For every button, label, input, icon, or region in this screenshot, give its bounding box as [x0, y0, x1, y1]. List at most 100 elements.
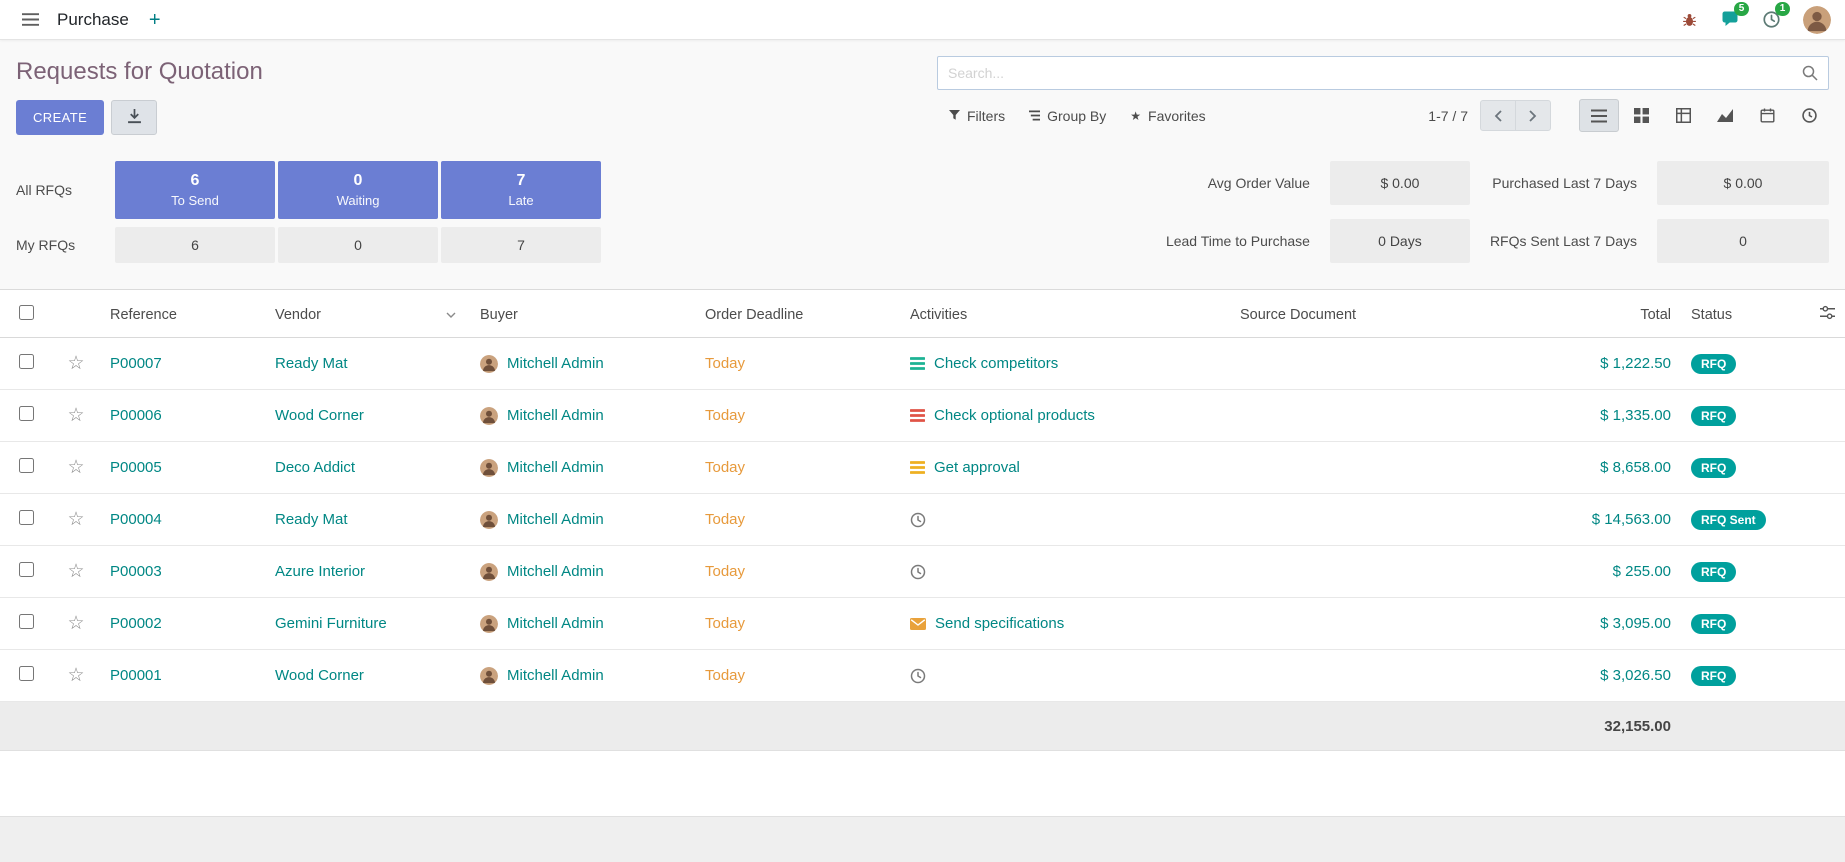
- activity-view-icon[interactable]: [1789, 99, 1829, 132]
- vendor-link[interactable]: Ready Mat: [275, 511, 348, 528]
- kpi-my-to-send[interactable]: 6: [115, 227, 275, 263]
- clock-icon[interactable]: [910, 668, 926, 684]
- tasks-yellow-icon[interactable]: [910, 461, 925, 474]
- column-options-icon[interactable]: [1820, 305, 1835, 320]
- kpi-waiting[interactable]: 0 Waiting: [278, 161, 438, 219]
- row-checkbox[interactable]: [19, 354, 34, 369]
- buyer-link[interactable]: Mitchell Admin: [507, 511, 604, 528]
- reference-link[interactable]: P00002: [110, 615, 162, 632]
- view-switcher: [1579, 99, 1829, 132]
- vendor-link[interactable]: Wood Corner: [275, 407, 364, 424]
- kpi-my-late[interactable]: 7: [441, 227, 601, 263]
- table-row[interactable]: ☆ P00002 Gemini Furniture Mitchell Admin…: [0, 598, 1845, 650]
- clock-icon[interactable]: [910, 564, 926, 580]
- favorite-star-icon[interactable]: ☆: [67, 354, 84, 373]
- reference-link[interactable]: P00005: [110, 459, 162, 476]
- calendar-view-icon[interactable]: [1747, 99, 1787, 132]
- buyer-link[interactable]: Mitchell Admin: [507, 407, 604, 424]
- buyer-link[interactable]: Mitchell Admin: [507, 615, 604, 632]
- vendor-link[interactable]: Gemini Furniture: [275, 615, 387, 632]
- messages-icon[interactable]: 5: [1710, 6, 1750, 33]
- avg-order-value[interactable]: $ 0.00: [1330, 161, 1470, 205]
- column-header-vendor[interactable]: Vendor: [265, 290, 470, 338]
- buyer-link[interactable]: Mitchell Admin: [507, 667, 604, 684]
- pager-next-button[interactable]: [1515, 100, 1551, 131]
- row-checkbox[interactable]: [19, 562, 34, 577]
- activity-label[interactable]: Check competitors: [934, 355, 1058, 372]
- kpi-late[interactable]: 7 Late: [441, 161, 601, 219]
- app-name[interactable]: Purchase: [49, 10, 137, 30]
- vendor-link[interactable]: Azure Interior: [275, 563, 365, 580]
- pivot-view-icon[interactable]: [1663, 99, 1703, 132]
- table-row[interactable]: ☆ P00005 Deco Addict Mitchell Admin Toda…: [0, 442, 1845, 494]
- buyer-link[interactable]: Mitchell Admin: [507, 459, 604, 476]
- favorite-star-icon[interactable]: ☆: [67, 666, 84, 685]
- favorite-star-icon[interactable]: ☆: [67, 562, 84, 581]
- buyer-link[interactable]: Mitchell Admin: [507, 563, 604, 580]
- favorites-button[interactable]: ★ Favorites: [1118, 100, 1217, 132]
- reference-link[interactable]: P00004: [110, 511, 162, 528]
- favorite-star-icon[interactable]: ☆: [67, 510, 84, 529]
- favorite-star-icon[interactable]: ☆: [67, 458, 84, 477]
- activity-label[interactable]: Check optional products: [934, 407, 1095, 424]
- export-button[interactable]: [111, 100, 157, 135]
- reference-link[interactable]: P00007: [110, 355, 162, 372]
- row-checkbox[interactable]: [19, 666, 34, 681]
- clock-icon[interactable]: [910, 512, 926, 528]
- apps-menu-icon[interactable]: [14, 7, 47, 32]
- bug-icon[interactable]: [1671, 7, 1708, 33]
- filters-button[interactable]: Filters: [937, 100, 1017, 132]
- plus-icon[interactable]: +: [139, 10, 171, 30]
- table-row[interactable]: ☆ P00001 Wood Corner Mitchell Admin Toda…: [0, 650, 1845, 702]
- table-row[interactable]: ☆ P00004 Ready Mat Mitchell Admin Today …: [0, 494, 1845, 546]
- reference-link[interactable]: P00003: [110, 563, 162, 580]
- search-icon[interactable]: [1802, 65, 1818, 81]
- reference-link[interactable]: P00006: [110, 407, 162, 424]
- select-all-checkbox[interactable]: [19, 305, 34, 320]
- user-avatar[interactable]: [1803, 6, 1831, 34]
- list-view-icon[interactable]: [1579, 99, 1619, 132]
- graph-view-icon[interactable]: [1705, 99, 1745, 132]
- pager-previous-button[interactable]: [1480, 100, 1516, 131]
- create-button[interactable]: CREATE: [16, 100, 104, 135]
- row-checkbox[interactable]: [19, 406, 34, 421]
- mail-icon[interactable]: [910, 618, 926, 630]
- kpi-my-waiting[interactable]: 0: [278, 227, 438, 263]
- table-row[interactable]: ☆ P00006 Wood Corner Mitchell Admin Toda…: [0, 390, 1845, 442]
- row-checkbox[interactable]: [19, 510, 34, 525]
- lead-time-value[interactable]: 0 Days: [1330, 219, 1470, 263]
- purchased-last-7-days[interactable]: $ 0.00: [1657, 161, 1829, 205]
- status-badge: RFQ: [1691, 406, 1736, 426]
- kanban-view-icon[interactable]: [1621, 99, 1661, 132]
- column-header-activities[interactable]: Activities: [900, 290, 1230, 338]
- sort-caret-icon: [446, 312, 460, 318]
- vendor-link[interactable]: Ready Mat: [275, 355, 348, 372]
- column-header-total[interactable]: Total: [1531, 290, 1681, 338]
- reference-link[interactable]: P00001: [110, 667, 162, 684]
- buyer-link[interactable]: Mitchell Admin: [507, 355, 604, 372]
- row-checkbox[interactable]: [19, 458, 34, 473]
- kpi-my-late-count: 7: [517, 237, 525, 253]
- row-checkbox[interactable]: [19, 614, 34, 629]
- column-header-source-document[interactable]: Source Document: [1230, 290, 1531, 338]
- rfqs-sent-last-7-days[interactable]: 0: [1657, 219, 1829, 263]
- column-header-order-deadline[interactable]: Order Deadline: [695, 290, 900, 338]
- group-by-button[interactable]: Group By: [1017, 100, 1118, 132]
- favorite-star-icon[interactable]: ☆: [67, 614, 84, 633]
- tasks-teal-icon[interactable]: [910, 357, 925, 370]
- tasks-red-icon[interactable]: [910, 409, 925, 422]
- activity-label[interactable]: Get approval: [934, 459, 1020, 476]
- table-row[interactable]: ☆ P00007 Ready Mat Mitchell Admin Today …: [0, 338, 1845, 390]
- table-row[interactable]: ☆ P00003 Azure Interior Mitchell Admin T…: [0, 546, 1845, 598]
- activity-label[interactable]: Send specifications: [935, 615, 1064, 632]
- search-input[interactable]: [948, 65, 1802, 81]
- column-header-status[interactable]: Status: [1681, 290, 1793, 338]
- column-header-buyer[interactable]: Buyer: [470, 290, 695, 338]
- vendor-link[interactable]: Deco Addict: [275, 459, 355, 476]
- vendor-link[interactable]: Wood Corner: [275, 667, 364, 684]
- column-header-reference[interactable]: Reference: [100, 290, 265, 338]
- kpi-to-send[interactable]: 6 To Send: [115, 161, 275, 219]
- activities-icon[interactable]: 1: [1752, 6, 1791, 33]
- favorite-star-icon[interactable]: ☆: [67, 406, 84, 425]
- source-document-cell: [1230, 650, 1531, 702]
